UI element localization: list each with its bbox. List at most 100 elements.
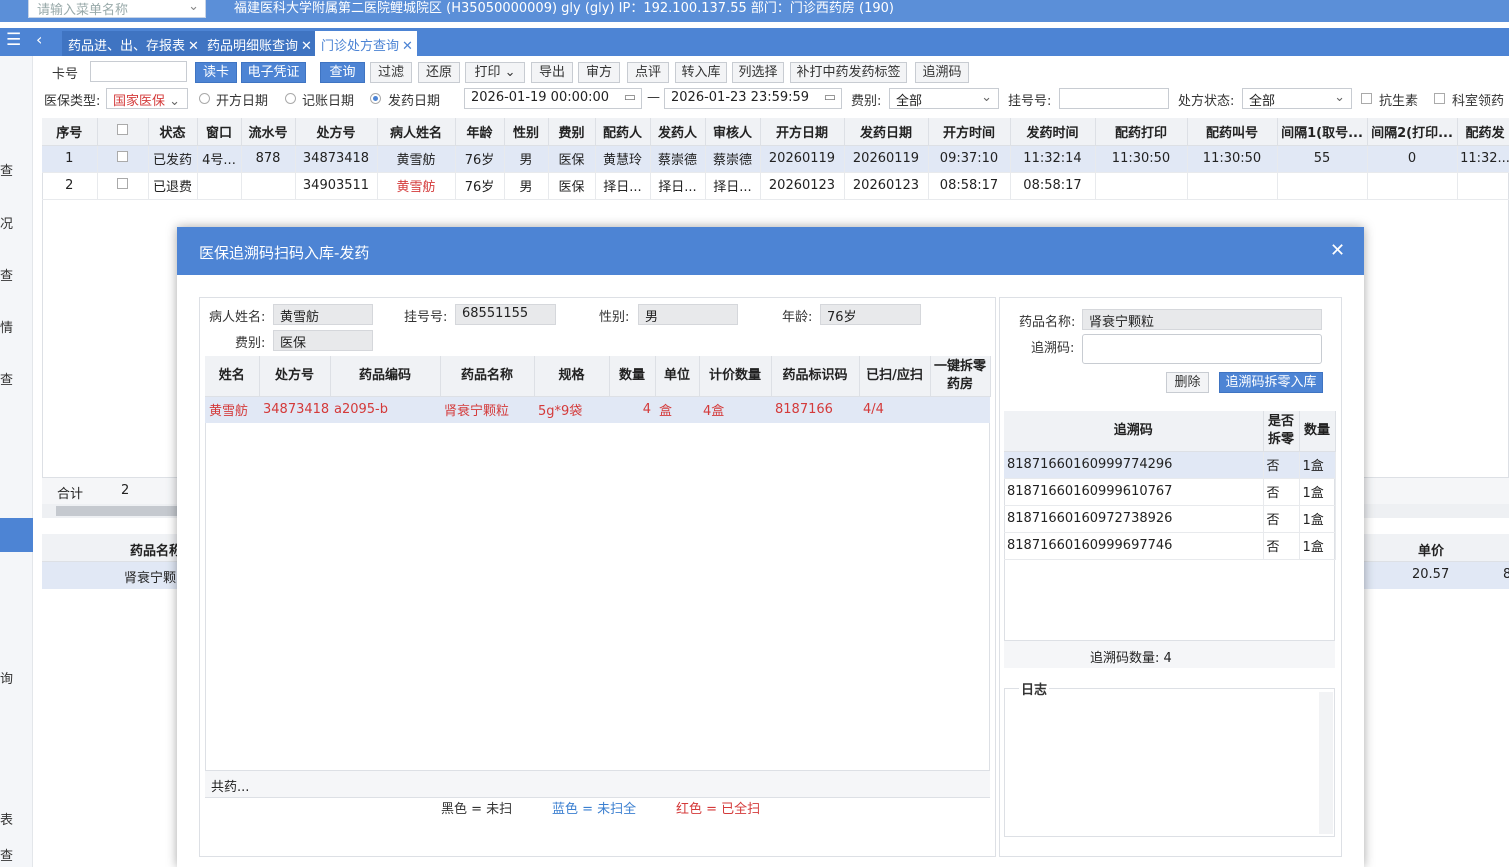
trace-row[interactable]: 81871660160972738926 否 1盒 xyxy=(1004,505,1336,533)
delete-button[interactable]: 删除 xyxy=(1166,372,1209,393)
sidebar-item[interactable]: 查 xyxy=(0,265,13,284)
column-header[interactable]: 已扫/应扫 xyxy=(859,356,931,397)
column-header[interactable]: 单位 xyxy=(655,356,700,397)
column-header[interactable]: 性别 xyxy=(504,118,549,146)
reg-input[interactable] xyxy=(1059,88,1169,109)
query-button[interactable]: 查询 xyxy=(320,62,365,83)
date-from-input[interactable]: 2026-01-19 00:00:00 ▭ xyxy=(464,88,642,109)
print-button[interactable]: 打印 ⌄ xyxy=(465,62,525,83)
calendar-icon[interactable]: ▭ xyxy=(824,90,836,105)
column-header[interactable]: 审核人 xyxy=(705,118,761,146)
antibiotic-checkbox[interactable] xyxy=(1361,93,1372,104)
row-checkbox[interactable] xyxy=(117,178,128,189)
export-button[interactable]: 导出 xyxy=(531,62,573,83)
sidebar-item[interactable]: 查 xyxy=(0,845,13,864)
column-header[interactable]: 配药发 xyxy=(1457,118,1509,146)
sidebar-active-item[interactable] xyxy=(0,518,33,552)
close-icon[interactable]: ✕ xyxy=(1330,240,1345,261)
close-icon[interactable]: ✕ xyxy=(301,39,312,54)
column-header[interactable]: 发药日期 xyxy=(844,118,929,146)
column-select-button[interactable]: 列选择 xyxy=(732,62,784,83)
row-checkbox[interactable] xyxy=(117,151,128,162)
date-to-input[interactable]: 2026-01-23 23:59:59 ▭ xyxy=(664,88,842,109)
column-header[interactable]: 处方号 xyxy=(295,118,378,146)
insurance-type-select[interactable]: 国家医保 ⌄ xyxy=(106,88,188,109)
fee-select[interactable]: 全部 ⌄ xyxy=(889,88,999,109)
scrollbar-thumb[interactable] xyxy=(56,506,186,516)
column-header[interactable]: 发药时间 xyxy=(1010,118,1096,146)
column-header[interactable]: 开方日期 xyxy=(760,118,845,146)
column-header[interactable]: 发药人 xyxy=(650,118,706,146)
sidebar-item[interactable]: 情 xyxy=(0,317,13,336)
column-header[interactable]: 序号 xyxy=(42,118,98,146)
close-icon[interactable]: ✕ xyxy=(402,39,413,54)
trace-code-button[interactable]: 追溯码 xyxy=(915,62,969,83)
column-header[interactable]: 费别 xyxy=(548,118,596,146)
trace-row[interactable]: 81871660160999610767 否 1盒 xyxy=(1004,478,1336,506)
trace-code-input[interactable] xyxy=(1082,334,1322,364)
select-all-checkbox[interactable] xyxy=(97,118,149,146)
log-scrollbar[interactable] xyxy=(1319,692,1333,834)
read-card-button[interactable]: 读卡 xyxy=(195,62,237,83)
sidebar-item[interactable]: 询 xyxy=(0,668,13,687)
chevron-down-icon[interactable]: ⌄ xyxy=(188,0,199,14)
column-header[interactable]: 年龄 xyxy=(455,118,505,146)
review-button[interactable]: 审方 xyxy=(578,62,620,83)
trace-row[interactable]: 81871660160999774296 否 1盒 xyxy=(1004,451,1336,479)
column-header[interactable]: 计价数量 xyxy=(699,356,772,397)
column-header[interactable]: 配药人 xyxy=(595,118,651,146)
column-header[interactable]: 开方时间 xyxy=(928,118,1011,146)
tab-drug-report[interactable]: 药品进、出、存报表 ✕ xyxy=(62,31,203,56)
filter-button[interactable]: 过滤 xyxy=(370,62,412,83)
split-inbound-button[interactable]: 追溯码拆零入库 xyxy=(1219,372,1323,393)
checkbox[interactable] xyxy=(117,123,128,135)
restore-button[interactable]: 还原 xyxy=(418,62,460,83)
trace-row[interactable]: 81871660160999697746 否 1盒 xyxy=(1004,532,1336,560)
column-header[interactable]: 一键拆零药房 xyxy=(930,356,991,397)
column-header[interactable]: 处方号 xyxy=(259,356,331,397)
column-header[interactable]: 配药叫号 xyxy=(1187,118,1278,146)
dept-claim-checkbox[interactable] xyxy=(1434,93,1445,104)
column-header[interactable]: 规格 xyxy=(534,356,610,397)
column-header[interactable]: 间隔1(取号... xyxy=(1277,118,1368,146)
column-header[interactable]: 追溯码 xyxy=(1004,411,1264,452)
table-cell[interactable] xyxy=(97,145,149,173)
status-select[interactable]: 全部 ⌄ xyxy=(1242,88,1352,109)
column-header[interactable]: 药品名称 xyxy=(440,356,535,397)
tab-scroll-left-icon[interactable]: ‹ xyxy=(36,30,42,49)
reprint-label-button[interactable]: 补打中药发药标签 xyxy=(790,62,907,83)
sidebar-item[interactable]: 表 xyxy=(0,809,13,828)
sidebar-item[interactable]: 况 xyxy=(0,213,13,232)
close-icon[interactable]: ✕ xyxy=(188,39,199,54)
column-header[interactable]: 是否拆零 xyxy=(1263,411,1300,452)
table-cell[interactable] xyxy=(97,172,149,200)
column-header[interactable]: 药品标识码 xyxy=(771,356,860,397)
column-header[interactable]: 间隔2(打印... xyxy=(1367,118,1458,146)
card-input[interactable] xyxy=(90,61,187,82)
tab-outpatient-prescription[interactable]: 门诊处方查询 ✕ xyxy=(315,31,417,56)
column-header[interactable]: 窗口 xyxy=(197,118,242,146)
column-header[interactable]: 数量 xyxy=(1299,411,1336,452)
radio-prescribe-date[interactable] xyxy=(199,93,210,104)
column-header[interactable]: 病人姓名 xyxy=(377,118,456,146)
column-header[interactable]: 姓名 xyxy=(205,356,260,397)
column-header[interactable]: 流水号 xyxy=(241,118,296,146)
column-header[interactable]: 状态 xyxy=(148,118,198,146)
calendar-icon[interactable]: ▭ xyxy=(624,90,636,105)
sidebar-item[interactable]: 查 xyxy=(0,369,13,388)
column-header[interactable]: 药品编码 xyxy=(330,356,441,397)
radio-account-date[interactable] xyxy=(285,93,296,104)
menu-search-input[interactable]: 请输入菜单名称 ⌄ xyxy=(28,0,206,18)
e-voucher-button[interactable]: 电子凭证 xyxy=(241,62,306,83)
column-header[interactable]: 配药打印 xyxy=(1095,118,1188,146)
transfer-button[interactable]: 转入库 xyxy=(675,62,727,83)
sidebar-item[interactable]: 查 xyxy=(0,160,13,179)
column-header[interactable]: 数量 xyxy=(609,356,656,397)
comment-button[interactable]: 点评 xyxy=(627,62,669,83)
drug-row[interactable]: 黄雪舫 34873418 a2095-b 肾衰宁颗粒 5g*9袋 4 盒 4盒 8187166 4… xyxy=(205,396,990,423)
menu-icon[interactable]: ☰ xyxy=(6,30,21,50)
table-row[interactable]: 1 已发药 4号... 878 34873418 黄雪舫 76岁男医保 黄慧玲 蔡崇德 蔡崇德 20… xyxy=(42,145,1509,173)
table-row[interactable]: 2 已退费 34903511 黄雪舫 76岁男医保 择日... 择日... 择日... 2026… xyxy=(42,172,1509,200)
radio-dispense-date[interactable] xyxy=(370,93,381,104)
tab-drug-ledger[interactable]: 药品明细账查询 ✕ xyxy=(201,31,316,56)
